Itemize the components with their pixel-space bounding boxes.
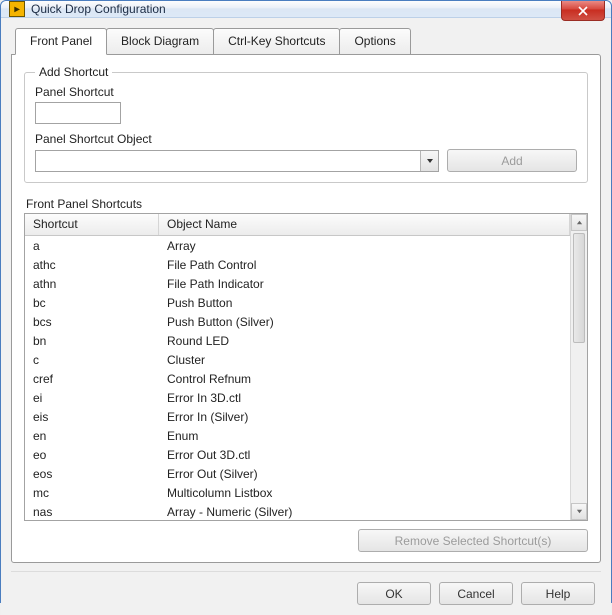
cell-shortcut: athc	[25, 257, 159, 273]
cell-object-name: Control Refnum	[159, 371, 570, 387]
tab-options[interactable]: Options	[339, 28, 410, 54]
cell-shortcut: nas	[25, 504, 159, 520]
column-header-object-name[interactable]: Object Name	[159, 214, 570, 235]
table-row[interactable]: eoError Out 3D.ctl	[25, 445, 570, 464]
add-button[interactable]: Add	[447, 149, 577, 172]
chevron-down-icon	[576, 508, 583, 515]
cancel-button[interactable]: Cancel	[439, 582, 513, 605]
close-button[interactable]	[561, 1, 605, 21]
cell-shortcut: bn	[25, 333, 159, 349]
cell-object-name: Error In 3D.ctl	[159, 390, 570, 406]
cell-object-name: File Path Indicator	[159, 276, 570, 292]
cell-shortcut: bc	[25, 295, 159, 311]
combo-dropdown-button[interactable]	[420, 151, 438, 171]
cell-object-name: Enum	[159, 428, 570, 444]
table-row[interactable]: mcMulticolumn Listbox	[25, 483, 570, 502]
cell-shortcut: a	[25, 238, 159, 254]
table-row[interactable]: athcFile Path Control	[25, 255, 570, 274]
scrollbar-thumb[interactable]	[573, 233, 585, 343]
cell-object-name: File Path Control	[159, 257, 570, 273]
table-row[interactable]: eosError Out (Silver)	[25, 464, 570, 483]
tab-front-panel[interactable]: Front Panel	[15, 28, 107, 55]
panel-shortcut-input[interactable]	[35, 102, 121, 124]
vertical-scrollbar[interactable]	[570, 214, 587, 520]
cell-object-name: Array - Numeric (Silver)	[159, 504, 570, 520]
table-row[interactable]: eiError In 3D.ctl	[25, 388, 570, 407]
table-row[interactable]: enEnum	[25, 426, 570, 445]
cell-object-name: Multicolumn Listbox	[159, 485, 570, 501]
table-row[interactable]: athnFile Path Indicator	[25, 274, 570, 293]
window-title: Quick Drop Configuration	[31, 2, 166, 16]
cell-shortcut: mc	[25, 485, 159, 501]
scroll-down-button[interactable]	[571, 503, 587, 520]
shortcuts-listview: Shortcut Object Name aArrayathcFile Path…	[24, 213, 588, 521]
chevron-down-icon	[426, 157, 434, 165]
tabstrip: Front Panel Block Diagram Ctrl-Key Short…	[11, 28, 601, 54]
cell-shortcut: en	[25, 428, 159, 444]
quick-drop-config-window: ▸ Quick Drop Configuration Front Panel B…	[0, 0, 612, 603]
table-row[interactable]: crefControl Refnum	[25, 369, 570, 388]
listview-body[interactable]: aArrayathcFile Path ControlathnFile Path…	[25, 236, 570, 520]
table-row[interactable]: cCluster	[25, 350, 570, 369]
cell-object-name: Error Out (Silver)	[159, 466, 570, 482]
cell-shortcut: ei	[25, 390, 159, 406]
table-row[interactable]: bcPush Button	[25, 293, 570, 312]
column-header-shortcut[interactable]: Shortcut	[25, 214, 159, 235]
cell-shortcut: eo	[25, 447, 159, 463]
cell-shortcut: bcs	[25, 314, 159, 330]
scrollbar-track[interactable]	[571, 231, 587, 503]
cell-object-name: Cluster	[159, 352, 570, 368]
chevron-up-icon	[576, 219, 583, 226]
cell-shortcut: c	[25, 352, 159, 368]
cell-object-name: Push Button (Silver)	[159, 314, 570, 330]
cell-object-name: Push Button	[159, 295, 570, 311]
table-row[interactable]: bnRound LED	[25, 331, 570, 350]
ok-button[interactable]: OK	[357, 582, 431, 605]
listview-header: Shortcut Object Name	[25, 214, 570, 236]
titlebar[interactable]: ▸ Quick Drop Configuration	[1, 1, 611, 18]
close-icon	[578, 6, 588, 16]
add-shortcut-group: Add Shortcut Panel Shortcut Panel Shortc…	[24, 65, 588, 183]
dialog-button-row: OK Cancel Help	[11, 571, 601, 605]
help-button[interactable]: Help	[521, 582, 595, 605]
panel-shortcut-label: Panel Shortcut	[35, 85, 577, 99]
client-area: Front Panel Block Diagram Ctrl-Key Short…	[1, 18, 611, 615]
cell-object-name: Error In (Silver)	[159, 409, 570, 425]
panel-shortcut-object-combo[interactable]	[35, 150, 439, 172]
table-row[interactable]: bcsPush Button (Silver)	[25, 312, 570, 331]
tab-block-diagram[interactable]: Block Diagram	[106, 28, 214, 54]
table-row[interactable]: nasArray - Numeric (Silver)	[25, 502, 570, 520]
front-panel-shortcuts-label: Front Panel Shortcuts	[26, 197, 588, 211]
tabpage-front-panel: Add Shortcut Panel Shortcut Panel Shortc…	[11, 54, 601, 563]
labview-icon: ▸	[9, 1, 25, 17]
cell-shortcut: eis	[25, 409, 159, 425]
cell-object-name: Round LED	[159, 333, 570, 349]
panel-shortcut-object-label: Panel Shortcut Object	[35, 132, 577, 146]
add-shortcut-legend: Add Shortcut	[35, 65, 112, 79]
scroll-up-button[interactable]	[571, 214, 587, 231]
cell-shortcut: athn	[25, 276, 159, 292]
cell-object-name: Array	[159, 238, 570, 254]
table-row[interactable]: aArray	[25, 236, 570, 255]
tab-ctrl-key-shortcuts[interactable]: Ctrl-Key Shortcuts	[213, 28, 340, 54]
cell-object-name: Error Out 3D.ctl	[159, 447, 570, 463]
table-row[interactable]: eisError In (Silver)	[25, 407, 570, 426]
cell-shortcut: eos	[25, 466, 159, 482]
cell-shortcut: cref	[25, 371, 159, 387]
combo-text	[36, 151, 420, 171]
remove-selected-shortcuts-button[interactable]: Remove Selected Shortcut(s)	[358, 529, 588, 552]
